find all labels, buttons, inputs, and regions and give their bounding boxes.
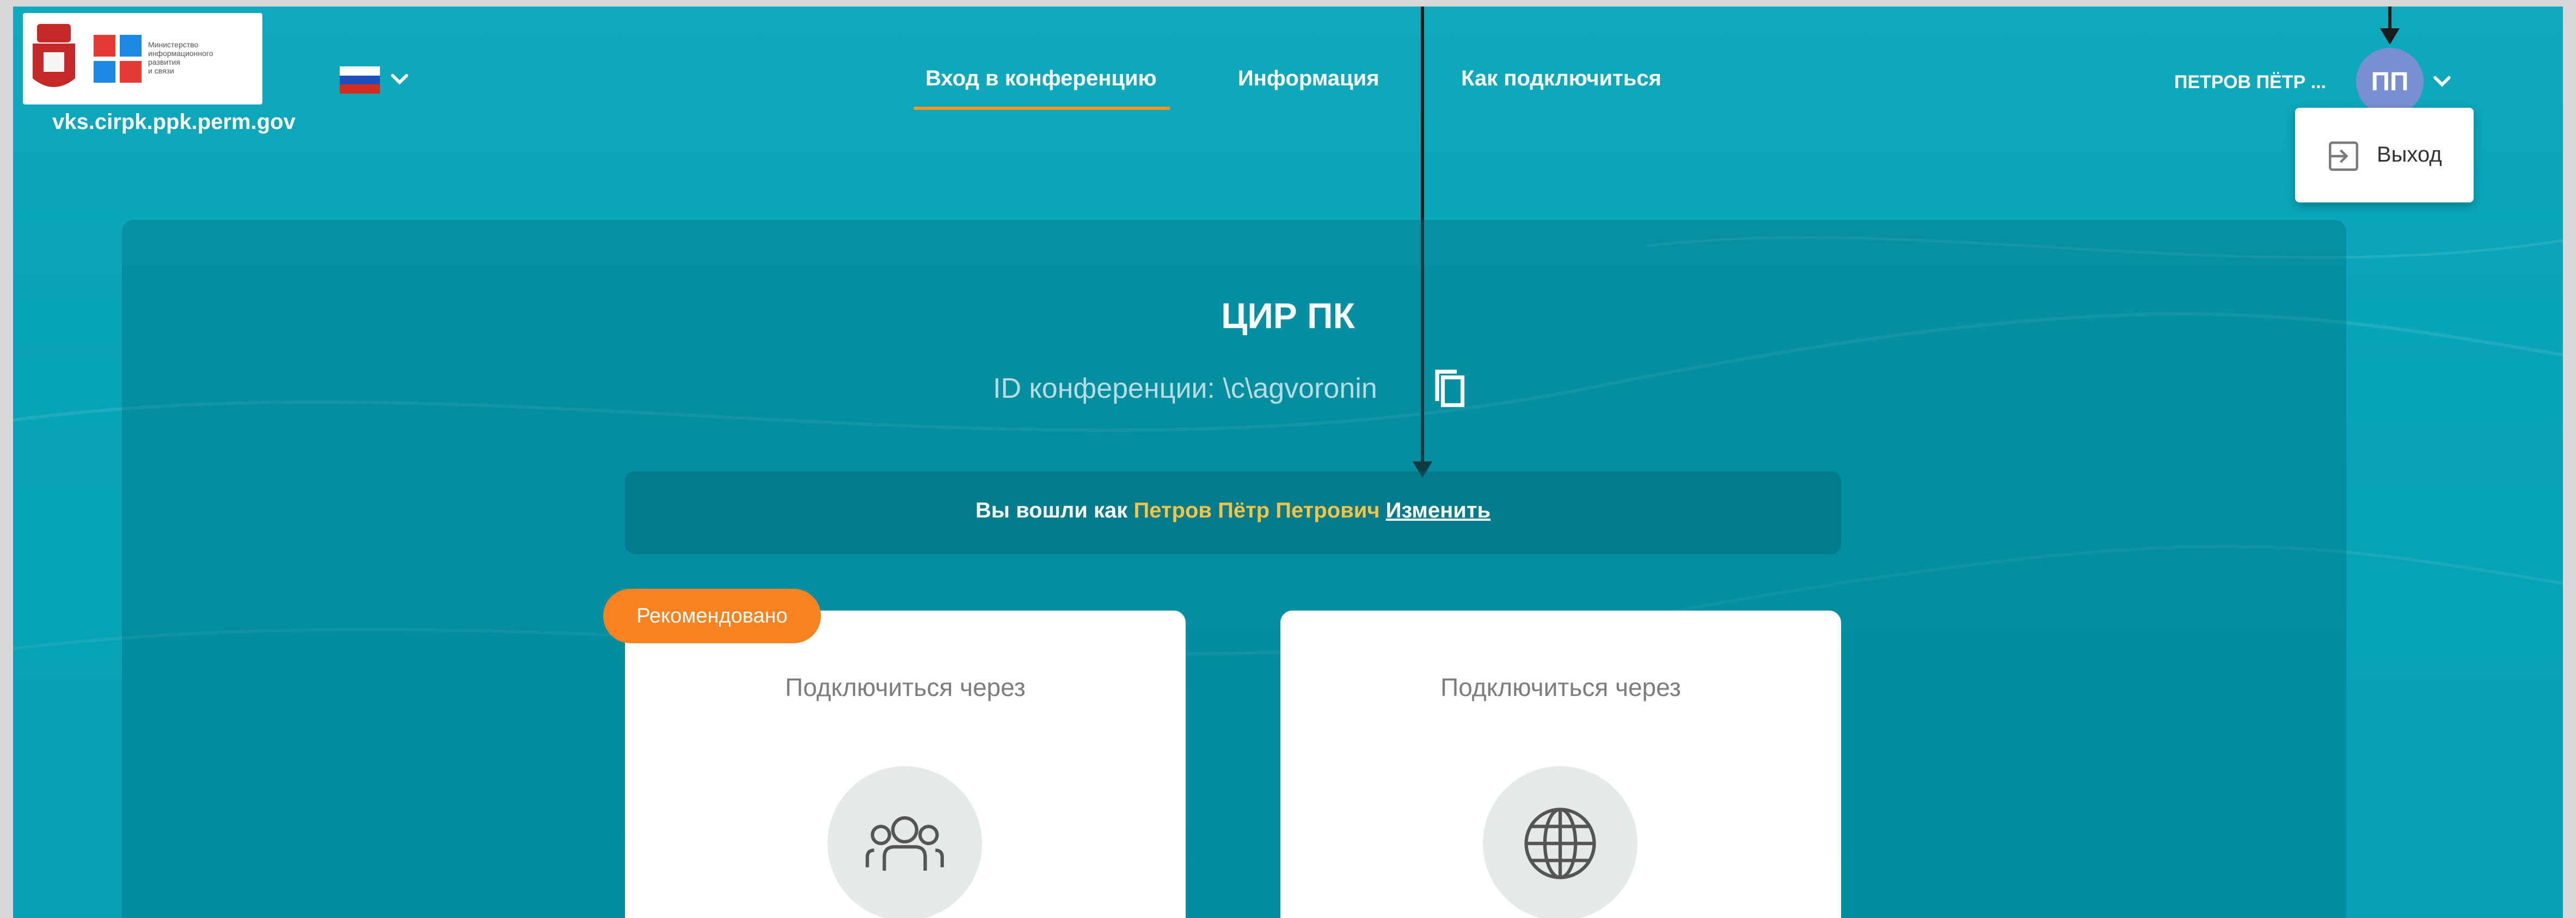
conference-title: ЦИР ПК — [1221, 295, 1355, 336]
card-label: Подключиться через — [1440, 673, 1681, 701]
login-info-bar: Вы вошли как Петров Пётр Петрович Измени… — [625, 471, 1841, 554]
login-info-text: Вы вошли как Петров Пётр Петрович Измени… — [625, 498, 1841, 523]
perm-coat-of-arms-icon — [33, 24, 75, 87]
active-tab-indicator — [913, 107, 1170, 110]
change-user-link[interactable]: Изменить — [1386, 498, 1491, 522]
app-frame: Министерство информационного развития и … — [13, 7, 2563, 918]
ministry-emblem-icon — [94, 35, 142, 83]
connect-option-card-app[interactable]: Подключиться через — [625, 611, 1186, 918]
tab-join-conference[interactable]: Вход в конференцию — [925, 66, 1157, 91]
annotation-arrow-head — [2380, 28, 2400, 45]
chevron-down-icon[interactable] — [388, 67, 412, 91]
connect-option-card-browser[interactable]: Подключиться через — [1280, 611, 1841, 918]
avatar[interactable]: ПП — [2356, 48, 2424, 115]
logout-icon[interactable] — [2326, 138, 2362, 174]
tab-information[interactable]: Информация — [1238, 66, 1379, 91]
ministry-logo[interactable]: Министерство информационного развития и … — [23, 13, 262, 104]
ministry-name: Министерство информационного развития и … — [148, 40, 213, 75]
login-prefix: Вы вошли как — [975, 498, 1128, 522]
user-menu-chevron-icon[interactable] — [2430, 70, 2454, 94]
login-user-name: Петров Пётр Петрович — [1133, 498, 1380, 522]
flag-ru-icon[interactable] — [340, 66, 380, 94]
recommended-badge: Рекомендовано — [603, 589, 821, 643]
copy-icon[interactable] — [1431, 367, 1467, 409]
tab-how-to-connect[interactable]: Как подключиться — [1461, 66, 1661, 91]
site-domain: vks.cirpk.ppk.perm.gov — [52, 110, 296, 134]
logout-menu-item[interactable]: Выход — [2377, 143, 2442, 167]
user-name[interactable]: ПЕТРОВ ПЁТР ... — [2174, 72, 2326, 93]
globe-icon — [1483, 766, 1637, 918]
card-label: Подключиться через — [785, 673, 1026, 701]
conference-id: ID конференции: \c\agvoronin — [993, 373, 1377, 404]
group-icon — [827, 766, 982, 918]
user-dropdown-menu: Выход — [2295, 108, 2474, 202]
